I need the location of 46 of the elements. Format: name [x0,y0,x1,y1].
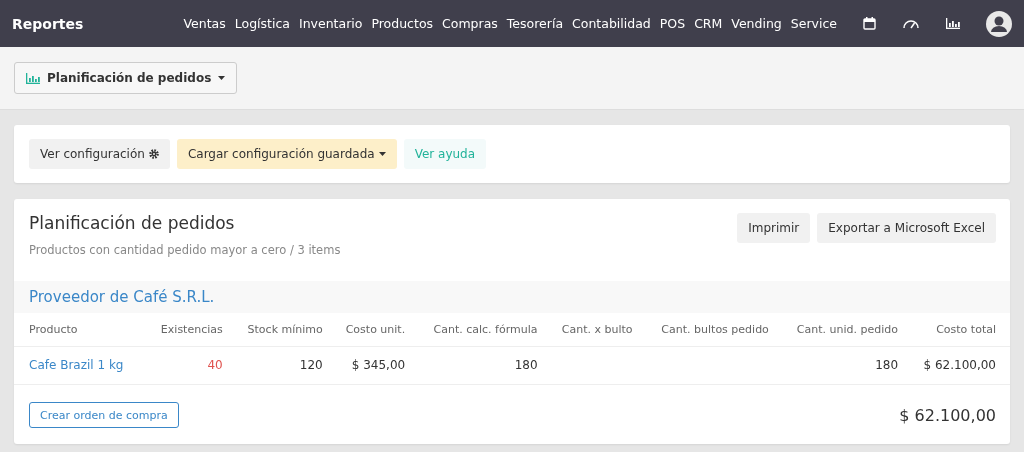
grand-total: $ 62.100,00 [899,405,996,425]
nav-link[interactable]: Service [790,16,837,31]
column-header: Cant. bultos pedido [639,313,776,347]
column-header: Cant. unid. pedido [775,313,906,347]
table-cell: 180 [775,346,906,385]
table-cell: $ 345,00 [329,346,413,385]
nav-link[interactable]: Ventas [183,16,226,31]
column-header: Producto [14,313,145,347]
nav-link[interactable]: Vending [731,16,782,31]
calendar-icon[interactable] [863,17,876,30]
view-config-button[interactable]: Ver configuración [29,139,170,169]
report-subtitle: Productos con cantidad pedido mayor a cero / 3 items [29,243,341,257]
nav-link[interactable]: Tesorería [506,16,564,31]
column-header: Cant. calc. fórmula [412,313,545,347]
nav-link[interactable]: Compras [442,16,498,31]
nav-link[interactable]: CRM [694,16,723,31]
column-header: Costo unit. [329,313,413,347]
column-header: Costo total [905,313,1010,347]
report-selector[interactable]: Planificación de pedidos [14,62,238,94]
print-button[interactable]: Imprimir [737,213,811,243]
nav-link[interactable]: Productos [371,16,434,31]
gear-icon [148,149,159,159]
nav-link[interactable]: Contabilidad [572,16,651,31]
table-cell: 120 [229,346,330,385]
nav-link[interactable]: POS [659,16,686,31]
report-title: Planificación de pedidos [29,213,236,233]
avatar-icon[interactable] [986,10,1012,37]
supplier-name[interactable]: Proveedor de Café S.R.L. [14,281,1010,313]
table-cell: $ 62.100,00 [905,346,1010,385]
caret-icon [378,152,386,156]
create-order-button[interactable]: Crear orden de compra [29,402,179,428]
export-button[interactable]: Exportar a Microsoft Excel [817,213,996,243]
nav-link[interactable]: Inventario [298,16,363,31]
brand-title[interactable]: Reportes [12,15,175,32]
column-header: Existencias [144,313,230,347]
table-cell: 40 [144,346,230,385]
column-header: Stock mínimo [229,313,330,347]
product-link[interactable]: Cafe Brazil 1 kg [14,346,145,385]
nav-link[interactable]: Logística [234,16,290,31]
table-cell: 180 [412,346,545,385]
caret-icon [218,76,226,80]
bar-chart-icon [946,18,960,29]
load-config-button[interactable]: Cargar configuración guardada [176,139,397,169]
column-header: Cant. x bulto [544,313,640,347]
bar-chart-icon [26,72,40,84]
gauge-icon[interactable] [902,18,920,29]
